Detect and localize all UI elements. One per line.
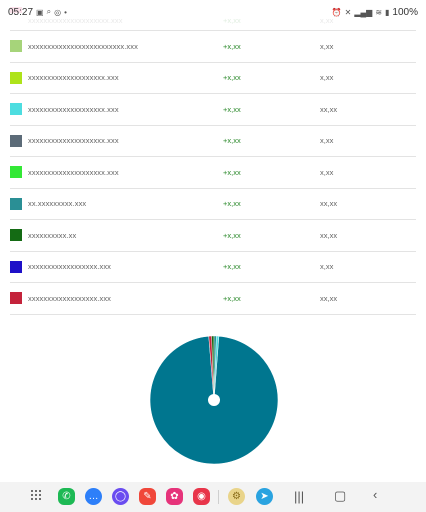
gallery-app-icon[interactable]: ✿: [166, 488, 183, 505]
notes-app-icon[interactable]: ✎: [139, 488, 156, 505]
holding-row[interactable]: xxxxxxxxxx.xx +x,xx xx,xx: [10, 220, 416, 252]
holding-change: +x,xx: [223, 167, 241, 177]
color-swatch: [10, 197, 22, 210]
holding-change: +x,xx: [223, 136, 241, 146]
holding-row[interactable]: xxxxxxxxxxxxxxxxxx.xxx +x,xx x,xx: [10, 252, 416, 283]
holding-change: +x,xx: [223, 293, 241, 303]
circle-icon: ◎: [54, 7, 62, 17]
holding-name: xxxxxxxxxx.xx: [28, 230, 77, 240]
holding-percent: xx,xx: [320, 104, 338, 114]
holding-percent: x,xx: [320, 41, 334, 51]
pie-svg: [149, 335, 279, 465]
back-icon[interactable]: ‹: [373, 487, 377, 502]
holdings-list: xxxxxxxxxxxxxxxxxxxxx.xxx+x,xxx,xxxxxxxx…: [10, 0, 416, 315]
holding-row[interactable]: xxxxxxxxxxxxxxxxxxxxxxxxx.xxx +x,xx x,xx: [10, 31, 416, 63]
color-swatch: [10, 166, 22, 179]
holding-percent: x,xx: [320, 167, 334, 177]
camera-app-icon[interactable]: ◉: [193, 488, 210, 505]
holding-percent: xx,xx: [320, 293, 338, 303]
recents-icon[interactable]: |||: [294, 489, 304, 504]
holding-change: +x,xx: [223, 73, 241, 83]
holding-percent: x,xx: [320, 73, 334, 83]
holding-row[interactable]: xxxxxxxxxxxxxxxxxxxx.xxx +x,xx x,xx: [10, 157, 416, 189]
color-swatch: [10, 134, 22, 147]
holding-name: xxxxxxxxxxxxxxxxxxxx.xxx: [28, 104, 119, 114]
holding-row[interactable]: xxxxxxxxxxxxxxxxxxxx.xxx +x,xx x,xx: [10, 126, 416, 157]
nav-separator: [218, 490, 219, 504]
pie-center: [208, 394, 220, 406]
color-swatch: [10, 229, 22, 242]
holding-name: xxxxxxxxxxxxxxxxxxxx.xxx: [28, 73, 119, 83]
holding-name: xxxxxxxxxxxxxxxxxxxxxxxxx.xxx: [28, 41, 138, 51]
wallet-app-icon[interactable]: ⚙: [228, 488, 245, 505]
holding-percent: xx,xx: [320, 230, 338, 240]
holding-name: xxxxxxxxxxxxxxxxxxxx.xxx: [28, 167, 119, 177]
wifi-icon: ≋: [375, 7, 383, 17]
color-swatch: [10, 292, 22, 305]
battery-icon: ▮: [385, 7, 390, 17]
dot-icon: •: [64, 7, 67, 17]
search-icon: ⌕: [46, 7, 52, 16]
holding-percent: xx,xx: [320, 199, 338, 209]
mute-icon: ✕: [344, 7, 352, 17]
holding-change: +x,xx: [223, 41, 241, 51]
color-swatch: [10, 103, 22, 116]
navigation-bar: ✆ … ◯ ✎ ✿ ◉ ⚙ ➤ ||| ▢ ‹: [0, 482, 426, 512]
battery-level: 100%: [392, 6, 418, 18]
color-swatch: [10, 40, 22, 53]
messages-app-icon[interactable]: …: [85, 488, 102, 505]
image-icon: ▣: [36, 7, 44, 17]
home-icon[interactable]: ▢: [334, 488, 346, 504]
status-time: 05:27: [8, 6, 34, 18]
apps-grid-icon[interactable]: [31, 490, 41, 500]
holding-row[interactable]: xxxxxxxxxxxxxxxxxxxx.xxx +x,xx xx,xx: [10, 94, 416, 126]
holding-row[interactable]: xxxxxxxxxxxxxxxxxx.xxx +x,xx xx,xx: [10, 283, 416, 315]
holding-change: +x,xx: [223, 104, 241, 114]
holding-name: xxxxxxxxxxxxxxxxxx.xxx: [28, 293, 112, 303]
holding-change: +x,xx: [223, 199, 241, 209]
holding-percent: x,xx: [320, 136, 334, 146]
allocation-pie-chart[interactable]: [144, 330, 284, 470]
holding-change: +x,xx: [223, 262, 241, 272]
phone-app-icon[interactable]: ✆: [58, 488, 75, 505]
holding-name: xx.xxxxxxxxx.xxx: [28, 199, 87, 209]
telegram-app-icon[interactable]: ➤: [256, 488, 273, 505]
alarm-icon: ⏰: [331, 7, 342, 17]
signal-icon: ▂▄▆: [354, 7, 373, 17]
holding-percent: x,xx: [320, 262, 334, 272]
holding-row[interactable]: xxxxxxxxxxxxxxxxxxxx.xxx +x,xx x,xx: [10, 63, 416, 94]
holding-name: xxxxxxxxxxxxxxxxxx.xxx: [28, 262, 112, 272]
holding-change: +x,xx: [223, 230, 241, 240]
holding-name: xxxxxxxxxxxxxxxxxxxx.xxx: [28, 136, 119, 146]
color-swatch: [10, 71, 22, 84]
holding-row[interactable]: xx.xxxxxxxxx.xxx +x,xx xx,xx: [10, 189, 416, 220]
status-bar: 05:27 ▣ ⌕ ◎ • ⏰ ✕ ▂▄▆ ≋ ▮ 100%: [0, 0, 426, 24]
color-swatch: [10, 260, 22, 273]
internet-app-icon[interactable]: ◯: [112, 488, 129, 505]
